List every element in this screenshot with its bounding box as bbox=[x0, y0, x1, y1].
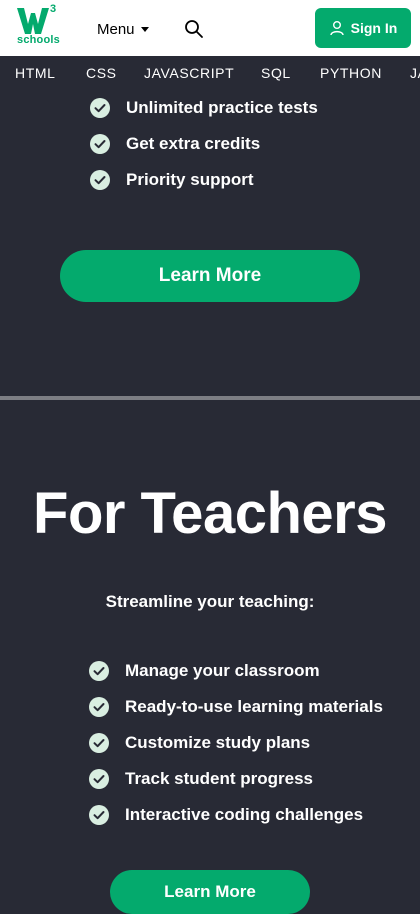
sign-in-label: Sign In bbox=[350, 20, 398, 36]
teacher-feature-item: Interactive coding challenges bbox=[89, 805, 363, 825]
teacher-feature-label: Track student progress bbox=[125, 769, 314, 788]
logo-superscript: 3 bbox=[50, 3, 57, 15]
section-subtitle: Streamline your teaching: bbox=[105, 592, 315, 611]
feature-item: Priority support bbox=[90, 170, 254, 190]
search-button[interactable] bbox=[184, 19, 204, 39]
menu-button[interactable]: Menu bbox=[97, 19, 149, 39]
user-icon bbox=[329, 21, 344, 36]
check-circle-icon bbox=[89, 805, 109, 825]
learn-more-button[interactable]: Learn More bbox=[60, 250, 360, 302]
nav-item-javascript[interactable]: JAVASCRIPT bbox=[144, 65, 234, 81]
teachers-learn-more-button[interactable]: Learn More bbox=[110, 870, 310, 914]
search-icon bbox=[185, 20, 203, 38]
page-title: For Teachers bbox=[33, 481, 387, 546]
nav-item-java[interactable]: JA bbox=[410, 65, 420, 81]
teacher-feature-item: Customize study plans bbox=[89, 733, 310, 753]
nav-item-sql[interactable]: SQL bbox=[261, 65, 291, 81]
teacher-feature-item: Ready-to-use learning materials bbox=[89, 697, 383, 717]
sign-in-button[interactable]: Sign In bbox=[315, 8, 411, 48]
teacher-feature-label: Interactive coding challenges bbox=[125, 805, 364, 824]
site-header: 3 schools Menu Sign In bbox=[0, 0, 420, 56]
check-circle-icon bbox=[89, 661, 109, 681]
feature-label: Priority support bbox=[126, 170, 254, 189]
teacher-feature-label: Ready-to-use learning materials bbox=[125, 697, 383, 716]
feature-label: Unlimited practice tests bbox=[126, 98, 318, 117]
check-circle-icon bbox=[90, 134, 110, 154]
feature-item: Unlimited practice tests bbox=[90, 98, 318, 118]
feature-item: Get extra credits bbox=[90, 134, 260, 154]
teacher-feature-label: Customize study plans bbox=[125, 733, 311, 752]
topic-nav: HTML CSS JAVASCRIPT SQL PYTHON JA bbox=[0, 56, 420, 90]
caret-down-icon bbox=[140, 26, 149, 32]
check-circle-icon bbox=[89, 733, 109, 753]
nav-item-python[interactable]: PYTHON bbox=[320, 65, 382, 81]
section-divider bbox=[0, 396, 420, 400]
check-circle-icon bbox=[89, 697, 109, 717]
w3-logo-icon bbox=[17, 8, 49, 34]
menu-label: Menu bbox=[97, 20, 135, 38]
check-circle-icon bbox=[89, 769, 109, 789]
teacher-feature-item: Track student progress bbox=[89, 769, 313, 789]
nav-item-html[interactable]: HTML bbox=[15, 65, 56, 81]
check-circle-icon bbox=[90, 98, 110, 118]
teacher-feature-label: Manage your classroom bbox=[125, 661, 320, 680]
teacher-feature-item: Manage your classroom bbox=[89, 661, 320, 681]
feature-label: Get extra credits bbox=[126, 134, 261, 153]
nav-item-css[interactable]: CSS bbox=[86, 65, 117, 81]
logo-text: schools bbox=[17, 34, 60, 46]
check-circle-icon bbox=[90, 170, 110, 190]
